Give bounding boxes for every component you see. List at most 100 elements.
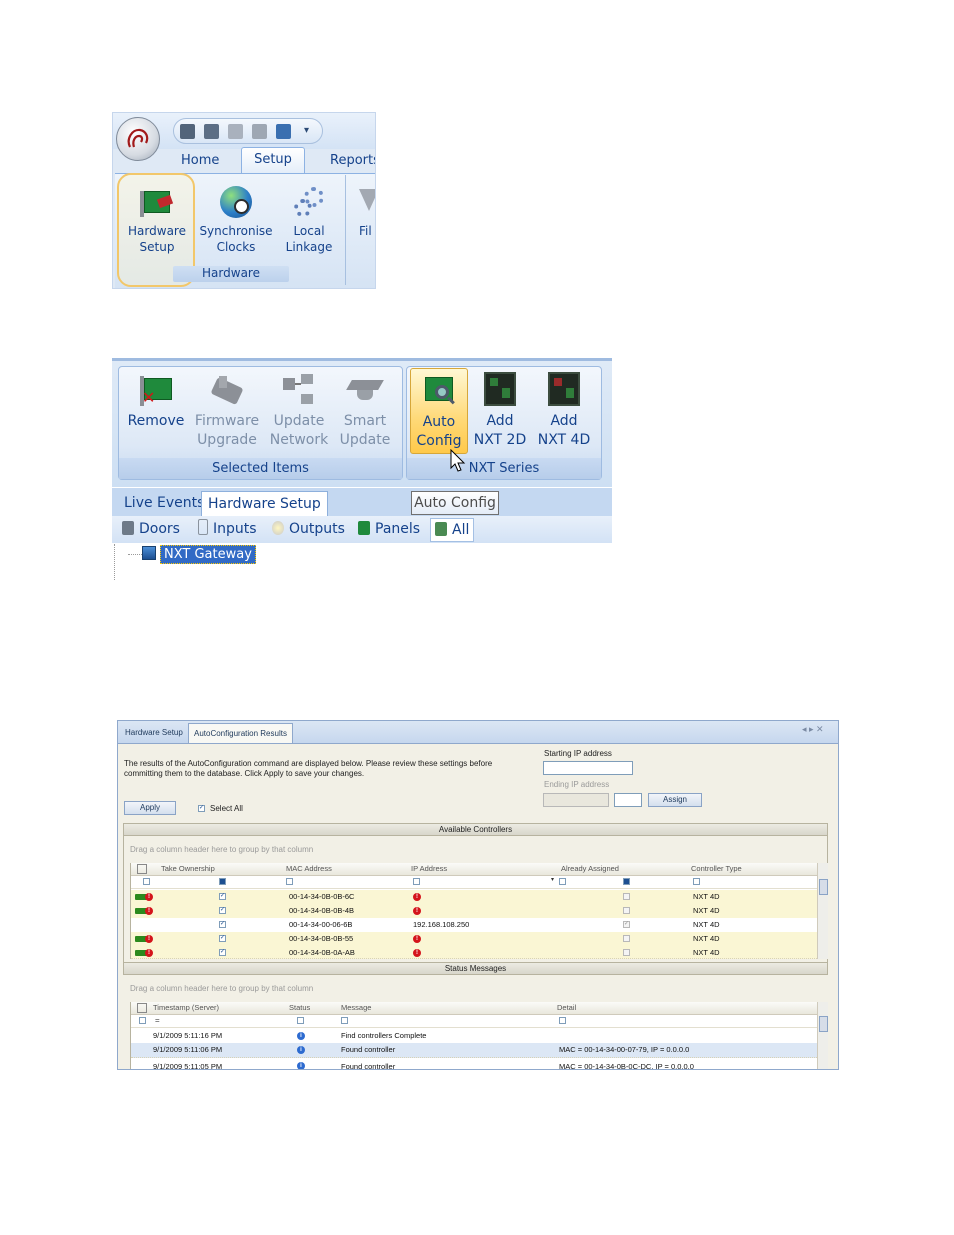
controller-type: NXT 4D (693, 948, 720, 957)
controller-row[interactable]: ! ✓ 00-14-34-0B-0A-AB ! NXT 4D (131, 946, 817, 959)
tab-setup[interactable]: Setup (241, 147, 305, 174)
ending-ip-input[interactable] (543, 793, 609, 807)
controller-row[interactable]: ! ✓ 00-14-34-0B-0B-55 ! NXT 4D (131, 932, 817, 947)
column-detail[interactable]: Detail (557, 1002, 576, 1014)
monitor-icon[interactable] (276, 124, 291, 139)
column-controller-type[interactable]: Controller Type (691, 863, 742, 875)
filter-checkbox[interactable] (623, 878, 630, 885)
tab-live-events[interactable]: Live Events (118, 491, 210, 516)
column-mac-address[interactable]: MAC Address (286, 863, 332, 875)
filter-dropdown-icon[interactable]: ▾ (549, 877, 556, 885)
remove-button[interactable]: ✕ Remove (126, 372, 186, 431)
tab-autoconfiguration-results[interactable]: AutoConfiguration Results (188, 723, 293, 743)
hardware-setup-button[interactable]: Hardware Setup (125, 185, 189, 255)
scroll-thumb[interactable] (819, 879, 828, 895)
already-assigned-checkbox (623, 935, 630, 942)
filter-icon[interactable] (413, 878, 420, 885)
filter-outputs[interactable]: Outputs (272, 518, 345, 541)
select-all-checkbox[interactable]: ✓ (198, 805, 205, 812)
filter-icon[interactable] (297, 1017, 304, 1024)
firmware-upgrade-button[interactable]: Firmware Upgrade (192, 372, 262, 450)
group-label-nxt-series: NXT Series (407, 458, 601, 479)
column-message[interactable]: Message (341, 1002, 371, 1014)
column-already-assigned[interactable]: Already Assigned (561, 863, 619, 875)
dropdown-icon[interactable]: ▾ (304, 126, 312, 137)
controller-type: NXT 4D (693, 892, 720, 901)
filter-label: Inputs (213, 521, 257, 537)
filter-icon[interactable] (693, 878, 700, 885)
tab-home[interactable]: Home (181, 153, 219, 168)
info-icon: i (297, 1062, 305, 1069)
filter-checkbox[interactable] (219, 878, 226, 885)
button-label: Smart (343, 413, 387, 429)
button-label: Add (486, 413, 514, 429)
add-nxt-2d-button[interactable]: Add NXT 2D (472, 372, 528, 450)
assign-button[interactable]: Assign (648, 793, 702, 807)
filter-inputs[interactable]: Inputs (198, 518, 257, 541)
controller-type: NXT 4D (693, 906, 720, 915)
add-nxt-4d-button[interactable]: Add NXT 4D (536, 372, 592, 450)
filter-button[interactable]: Fil (353, 185, 375, 239)
starting-ip-input[interactable] (543, 761, 633, 775)
take-ownership-checkbox[interactable]: ✓ (219, 907, 226, 914)
status-row[interactable]: 9/1/2009 5:11:06 PM i Found controller M… (131, 1043, 817, 1058)
smart-update-button[interactable]: Smart Update (334, 372, 396, 450)
controller-row[interactable]: ✓ 00-14-34-00-06-6B 192.168.108.250 ✓ NX… (131, 918, 817, 933)
ribbon-setup-screenshot: ▾ Home Setup Reports Hardware Setup Sync… (112, 112, 376, 289)
take-ownership-checkbox[interactable]: ✓ (219, 949, 226, 956)
button-label: Upgrade (197, 432, 257, 448)
auto-config-button[interactable]: Auto Config (410, 368, 468, 454)
controller-row[interactable]: ! ✓ 00-14-34-0B-0B-6C ! NXT 4D (131, 890, 817, 905)
column-take-ownership[interactable]: Take Ownership (161, 863, 215, 875)
tree-node-nxt-gateway[interactable]: NXT Gateway (160, 545, 256, 564)
controllers-scrollbar[interactable] (817, 863, 828, 959)
column-status[interactable]: Status (289, 1002, 310, 1014)
filter-operator[interactable]: = (155, 1015, 160, 1027)
ending-ip-label: Ending IP address (544, 780, 610, 789)
filter-doors[interactable]: Doors (122, 518, 180, 541)
already-assigned-checkbox: ✓ (623, 921, 630, 928)
apply-button[interactable]: Apply (124, 801, 176, 815)
network-icon (281, 372, 317, 408)
filter-clear-icon[interactable] (139, 1017, 146, 1024)
column-ip-address[interactable]: IP Address (411, 863, 447, 875)
status-row[interactable]: 9/1/2009 5:11:05 PM i Found controller M… (131, 1057, 817, 1069)
filter-clear-icon[interactable] (559, 878, 566, 885)
save-icon[interactable] (180, 124, 195, 139)
all-items-icon (435, 522, 447, 536)
column-chooser-icon[interactable] (137, 864, 147, 874)
filter-icon[interactable] (286, 878, 293, 885)
door-icon (122, 521, 134, 535)
filter-icon[interactable] (559, 1017, 566, 1024)
take-ownership-checkbox[interactable]: ✓ (219, 893, 226, 900)
filter-label: Doors (139, 521, 180, 537)
column-chooser-icon[interactable] (137, 1003, 147, 1013)
save-all-icon[interactable] (204, 124, 219, 139)
gears-icon (292, 185, 326, 219)
print-icon[interactable] (252, 124, 267, 139)
controller-row[interactable]: ! ✓ 00-14-34-0B-0B-4B ! NXT 4D (131, 904, 817, 919)
filter-icon[interactable] (341, 1017, 348, 1024)
filter-panels[interactable]: Panels (358, 518, 420, 541)
update-network-button[interactable]: Update Network (266, 372, 332, 450)
tab-hardware-setup[interactable]: Hardware Setup (201, 491, 328, 516)
message: Found controller (341, 1045, 396, 1054)
local-linkage-button[interactable]: Local Linkage (279, 185, 339, 255)
filter-clear-icon[interactable] (143, 878, 150, 885)
mac-address: 00-14-34-0B-0B-6C (289, 892, 355, 901)
window-controls[interactable]: ◂ ▸ ✕ (802, 724, 824, 735)
print-preview-icon[interactable] (228, 124, 243, 139)
take-ownership-checkbox[interactable]: ✓ (219, 921, 226, 928)
tab-hardware-setup[interactable]: Hardware Setup (120, 723, 188, 743)
button-label: Local (293, 224, 325, 238)
column-timestamp[interactable]: Timestamp (Server) (153, 1002, 219, 1014)
status-row[interactable]: 9/1/2009 5:11:16 PM i Find controllers C… (131, 1029, 817, 1044)
synchronise-clocks-button[interactable]: Synchronise Clocks (197, 185, 275, 255)
scroll-thumb[interactable] (819, 1016, 828, 1032)
filter-all[interactable]: All (430, 518, 475, 542)
take-ownership-checkbox[interactable]: ✓ (219, 935, 226, 942)
status-scrollbar[interactable] (817, 1002, 828, 1069)
application-menu-button[interactable] (116, 117, 160, 161)
ip-octet-input[interactable] (614, 793, 642, 807)
tab-reports[interactable]: Reports (330, 153, 375, 168)
